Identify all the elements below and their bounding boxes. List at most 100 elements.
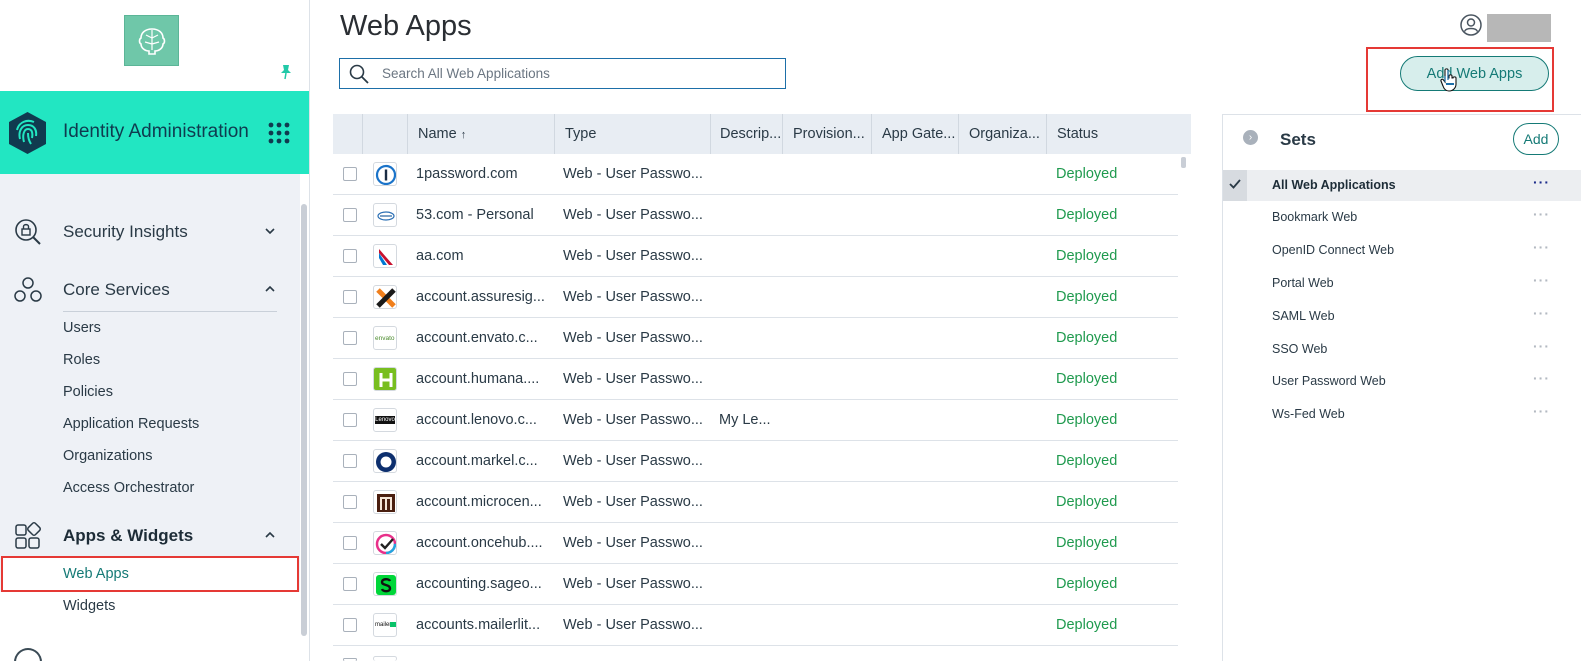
- more-options-icon[interactable]: ···: [1533, 174, 1550, 190]
- chevron-up-icon[interactable]: [264, 284, 276, 294]
- nav-section-apps-widgets[interactable]: Apps & Widgets: [0, 516, 300, 556]
- user-avatar-icon[interactable]: [1460, 14, 1482, 36]
- set-item-ws-fed-web[interactable]: Ws-Fed Web ···: [1223, 399, 1581, 430]
- pin-icon[interactable]: [280, 64, 292, 80]
- header-select-all[interactable]: [333, 114, 363, 154]
- app-name[interactable]: account.assuresig...: [416, 289, 551, 305]
- app-status: Deployed: [1056, 453, 1118, 469]
- apps-widgets-icon: [15, 522, 41, 549]
- nav-section-core-services[interactable]: Core Services: [0, 270, 300, 310]
- user-name-redacted[interactable]: [1487, 14, 1551, 42]
- nav-item-users[interactable]: Users: [0, 315, 300, 343]
- app-name[interactable]: accounts.mailerlit...: [416, 617, 551, 633]
- row-checkbox[interactable]: [343, 413, 357, 427]
- app-logo-1password: [373, 162, 397, 186]
- nav-item-access-orchestrator[interactable]: Access Orchestrator: [0, 475, 300, 503]
- set-item-all-web-applications[interactable]: All Web Applications ···: [1223, 170, 1581, 201]
- row-checkbox[interactable]: [343, 208, 357, 222]
- nav-item-roles[interactable]: Roles: [0, 347, 300, 375]
- row-checkbox[interactable]: [343, 495, 357, 509]
- row-checkbox[interactable]: [343, 290, 357, 304]
- column-header-organization[interactable]: Organiza...: [959, 114, 1047, 154]
- app-name[interactable]: account.markel.c...: [416, 453, 551, 469]
- nav-item-policies[interactable]: Policies: [0, 379, 300, 407]
- sidebar-scrollbar-thumb[interactable]: [301, 204, 307, 636]
- checkmark-icon: [1229, 179, 1241, 189]
- more-options-icon[interactable]: ···: [1533, 305, 1550, 321]
- nav-item-widgets[interactable]: Widgets: [0, 592, 300, 626]
- app-logo-markel: [373, 449, 397, 473]
- row-checkbox[interactable]: [343, 577, 357, 591]
- table-row[interactable]: aa.com Web - User Passwo... Deployed: [333, 236, 1178, 277]
- table-row[interactable]: 1password.com Web - User Passwo... Deplo…: [333, 154, 1178, 195]
- column-header-app-gateway[interactable]: App Gate...: [872, 114, 959, 154]
- column-header-type[interactable]: Type: [555, 114, 711, 154]
- more-options-icon[interactable]: ···: [1533, 239, 1550, 255]
- table-row[interactable]: account.markel.c... Web - User Passwo...…: [333, 441, 1178, 482]
- app-name[interactable]: account.envato.c...: [416, 330, 551, 346]
- chevron-down-icon[interactable]: [264, 226, 276, 236]
- row-checkbox[interactable]: [343, 372, 357, 386]
- nav-item-label: Roles: [63, 352, 101, 368]
- app-name[interactable]: account.oncehub....: [416, 535, 551, 551]
- row-checkbox[interactable]: [343, 167, 357, 181]
- row-checkbox[interactable]: [343, 536, 357, 550]
- table-row[interactable]: envato account.envato.c... Web - User Pa…: [333, 318, 1178, 359]
- search-input[interactable]: [382, 63, 777, 84]
- app-name[interactable]: 1password.com: [416, 166, 551, 182]
- set-item-label: User Password Web: [1272, 374, 1386, 388]
- column-header-name[interactable]: Name ↑: [408, 114, 555, 154]
- app-status: Deployed: [1056, 289, 1118, 305]
- table-row[interactable]: account.microcen... Web - User Passwo...…: [333, 482, 1178, 523]
- search-box[interactable]: [339, 58, 786, 89]
- set-item-saml-web[interactable]: SAML Web ···: [1223, 301, 1581, 332]
- more-options-icon[interactable]: ···: [1533, 338, 1550, 354]
- app-name[interactable]: accounting.sageo...: [416, 576, 551, 592]
- column-header-provisioning[interactable]: Provision...: [783, 114, 872, 154]
- app-status: Deployed: [1056, 576, 1118, 592]
- table-row[interactable]: account.oncehub.... Web - User Passwo...…: [333, 523, 1178, 564]
- app-name[interactable]: 53.com - Personal: [416, 207, 551, 223]
- add-set-button[interactable]: Add: [1513, 123, 1559, 155]
- table-scrollbar-thumb[interactable]: [1181, 157, 1186, 168]
- table-row[interactable]: account.humana.... Web - User Passwo... …: [333, 359, 1178, 400]
- app-name[interactable]: account.lenovo.c...: [416, 412, 551, 428]
- app-name[interactable]: account.microcen...: [416, 494, 551, 510]
- app-type: Web - User Passwo...: [563, 453, 703, 469]
- more-options-icon[interactable]: ···: [1533, 206, 1550, 222]
- app-type: Web - User Passwo...: [563, 494, 703, 510]
- nav-section-label: Core Services: [63, 280, 170, 299]
- collapse-sets-icon[interactable]: ›: [1243, 130, 1258, 145]
- row-checkbox[interactable]: [343, 249, 357, 263]
- table-row[interactable]: mailer accounts.mailerlit... Web - User …: [333, 605, 1178, 646]
- sort-ascending-icon: ↑: [460, 129, 467, 141]
- table-row[interactable]: account.assuresig... Web - User Passwo..…: [333, 277, 1178, 318]
- column-header-status[interactable]: Status: [1047, 114, 1191, 154]
- partial-nav-icon: [14, 648, 42, 661]
- add-web-apps-button[interactable]: Add Web Apps: [1400, 56, 1549, 91]
- app-name[interactable]: account.humana....: [416, 371, 551, 387]
- row-checkbox[interactable]: [343, 331, 357, 345]
- more-options-icon[interactable]: ···: [1533, 272, 1550, 288]
- set-item-openid-connect-web[interactable]: OpenID Connect Web ···: [1223, 235, 1581, 266]
- more-options-icon[interactable]: ···: [1533, 403, 1550, 419]
- table-row[interactable]: Lenovo account.lenovo.c... Web - User Pa…: [333, 400, 1178, 441]
- column-header-description[interactable]: Descrip...: [711, 114, 783, 154]
- set-item-bookmark-web[interactable]: Bookmark Web ···: [1223, 202, 1581, 233]
- set-item-sso-web[interactable]: SSO Web ···: [1223, 334, 1581, 365]
- nav-item-web-apps[interactable]: Web Apps: [1, 556, 299, 592]
- row-checkbox[interactable]: [343, 618, 357, 632]
- set-item-portal-web[interactable]: Portal Web ···: [1223, 268, 1581, 299]
- nav-section-security-insights[interactable]: Security Insights: [0, 212, 300, 252]
- table-row[interactable]: accounting.sageo... Web - User Passwo...…: [333, 564, 1178, 605]
- chevron-up-icon[interactable]: [264, 530, 276, 540]
- app-name[interactable]: aa.com: [416, 248, 551, 264]
- more-options-icon[interactable]: ···: [1533, 370, 1550, 386]
- table-row[interactable]: 53.com - Personal Web - User Passwo... D…: [333, 195, 1178, 236]
- set-item-user-password-web[interactable]: User Password Web ···: [1223, 366, 1581, 397]
- microcenter-icon: [377, 494, 395, 512]
- nav-item-organizations[interactable]: Organizations: [0, 443, 300, 471]
- app-grid-icon[interactable]: [268, 122, 290, 144]
- row-checkbox[interactable]: [343, 454, 357, 468]
- nav-item-application-requests[interactable]: Application Requests: [0, 411, 300, 439]
